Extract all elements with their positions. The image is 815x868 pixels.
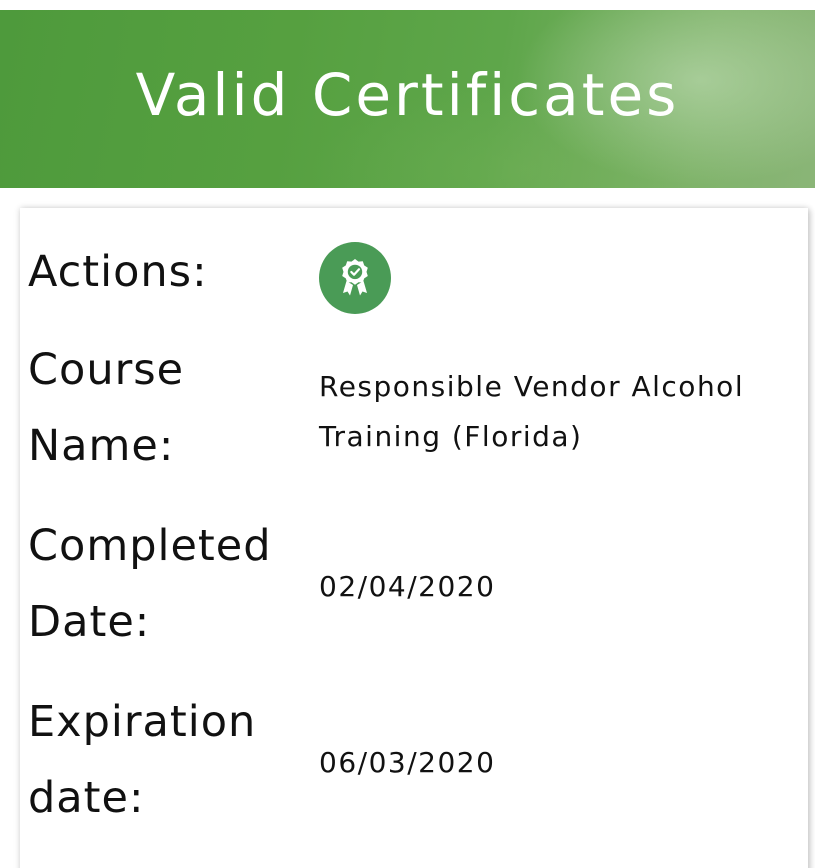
top-strip — [0, 0, 815, 10]
completed-date-value: 02/04/2020 — [319, 570, 496, 603]
header-banner: Valid Certificates — [0, 10, 815, 188]
course-name-value-line1: Responsible Vendor Alcohol — [319, 370, 745, 403]
page-title: Valid Certificates — [135, 61, 680, 129]
certificate-card: Actions: Course Name: Responsible Vendor… — [20, 208, 808, 868]
view-certificate-button[interactable] — [319, 242, 391, 314]
completed-date-label-line1: Completed — [28, 521, 272, 571]
course-name-label-line1: Course — [28, 345, 185, 395]
expiration-date-label-line1: Expiration — [28, 697, 257, 747]
expiration-date-label-line2: date: — [28, 773, 145, 823]
certificate-award-icon — [342, 259, 368, 296]
page: Valid Certificates Actions: Course Name:… — [0, 0, 815, 868]
expiration-date-value: 06/03/2020 — [319, 746, 496, 779]
actions-label: Actions: — [28, 247, 208, 297]
course-name-value-line2: Training (Florida) — [319, 420, 583, 453]
completed-date-label-line2: Date: — [28, 597, 151, 647]
course-name-label-line2: Name: — [28, 421, 175, 471]
